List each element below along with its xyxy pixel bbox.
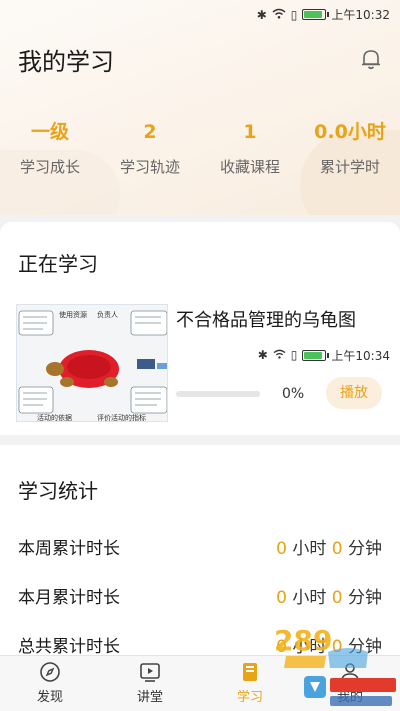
course-progress-bar	[176, 391, 260, 397]
minutes-value: 0	[331, 587, 343, 608]
stat-track[interactable]: 2 学习轨迹	[100, 118, 200, 177]
stat-label: 学习成长	[19, 158, 80, 176]
stat-growth[interactable]: 一级 学习成长	[0, 118, 100, 177]
watermark-logo: 289	[274, 624, 396, 706]
video-icon	[140, 663, 160, 682]
battery-icon	[302, 349, 330, 361]
stat-row-month: 本月累计时长 0 小时 0 分钟	[18, 580, 382, 610]
overlay-status-time: 上午10:34	[331, 348, 390, 363]
stat-value: 一级	[30, 121, 69, 143]
stat-value: 2	[143, 121, 157, 143]
page-title: 我的学习	[18, 48, 114, 76]
hours-value: 0	[276, 587, 287, 608]
stat-row-label: 本月累计时长	[18, 587, 120, 608]
wifi-icon	[273, 348, 286, 362]
hours-unit: 小时	[292, 538, 327, 559]
minutes-value: 0	[331, 538, 343, 559]
book-icon	[243, 663, 257, 681]
status-time: 上午10:32	[331, 8, 390, 22]
compass-icon	[40, 662, 60, 682]
bluetooth-icon: ✱	[257, 348, 268, 362]
bluetooth-icon: ✱	[256, 7, 267, 22]
stat-value: 0.0小时	[314, 121, 386, 143]
wifi-icon	[272, 8, 286, 22]
nav-discover[interactable]: 发现	[0, 656, 100, 711]
statistics-section-title: 学习统计	[18, 479, 98, 503]
header-background	[0, 0, 400, 215]
play-button[interactable]: 播放	[326, 377, 382, 409]
minutes-unit: 分钟	[348, 587, 382, 608]
thumb-label-basis: 活动的依据	[37, 413, 72, 422]
battery-icon	[302, 9, 330, 20]
stats-row: 一级 学习成长 2 学习轨迹 1 收藏课程 0.0小时 累计学时	[0, 118, 400, 177]
learning-card: 正在学习 使用资源 负责人 活动的依据 评价活动的指标 不合格品管理的乌龟图 ✱…	[0, 222, 400, 435]
stat-row-value: 0 小时 0 分钟	[276, 583, 382, 608]
stat-favorites[interactable]: 1 收藏课程	[200, 118, 300, 177]
course-progress-text: 0%	[282, 386, 305, 402]
learning-section-title: 正在学习	[18, 252, 98, 276]
sim-icon: ▯	[290, 7, 298, 22]
bell-icon[interactable]	[358, 46, 384, 72]
nav-label: 发现	[36, 690, 63, 705]
course-thumbnail[interactable]: 使用资源 负责人 活动的依据 评价活动的指标	[16, 304, 168, 422]
stat-row-label: 本周累计时长	[18, 538, 120, 559]
stat-hours[interactable]: 0.0小时 累计学时	[300, 118, 400, 177]
thumb-label-owner: 负责人	[97, 310, 118, 319]
stat-row-label: 总共累计时长	[18, 636, 120, 657]
stat-value: 1	[243, 121, 257, 143]
status-bar: ✱ ▯ 上午10:32	[0, 0, 400, 28]
stat-row-week: 本周累计时长 0 小时 0 分钟	[18, 531, 382, 561]
thumb-label-resource: 使用资源	[59, 310, 87, 319]
stat-label: 收藏课程	[219, 158, 280, 176]
nav-label: 讲堂	[136, 690, 163, 705]
course-title[interactable]: 不合格品管理的乌龟图	[176, 306, 356, 332]
svg-text:289: 289	[274, 624, 332, 657]
nav-lecture[interactable]: 讲堂	[100, 656, 200, 711]
minutes-unit: 分钟	[348, 538, 382, 559]
overlay-status-bar: ✱ ▯ 上午10:34	[172, 344, 400, 366]
stat-label: 学习轨迹	[119, 158, 180, 176]
hours-unit: 小时	[292, 587, 327, 608]
sim-icon: ▯	[290, 348, 298, 362]
thumb-label-metric: 评价活动的指标	[97, 413, 146, 422]
stat-label: 累计学时	[319, 158, 380, 176]
stat-row-value: 0 小时 0 分钟	[276, 534, 382, 559]
hours-value: 0	[276, 538, 287, 559]
